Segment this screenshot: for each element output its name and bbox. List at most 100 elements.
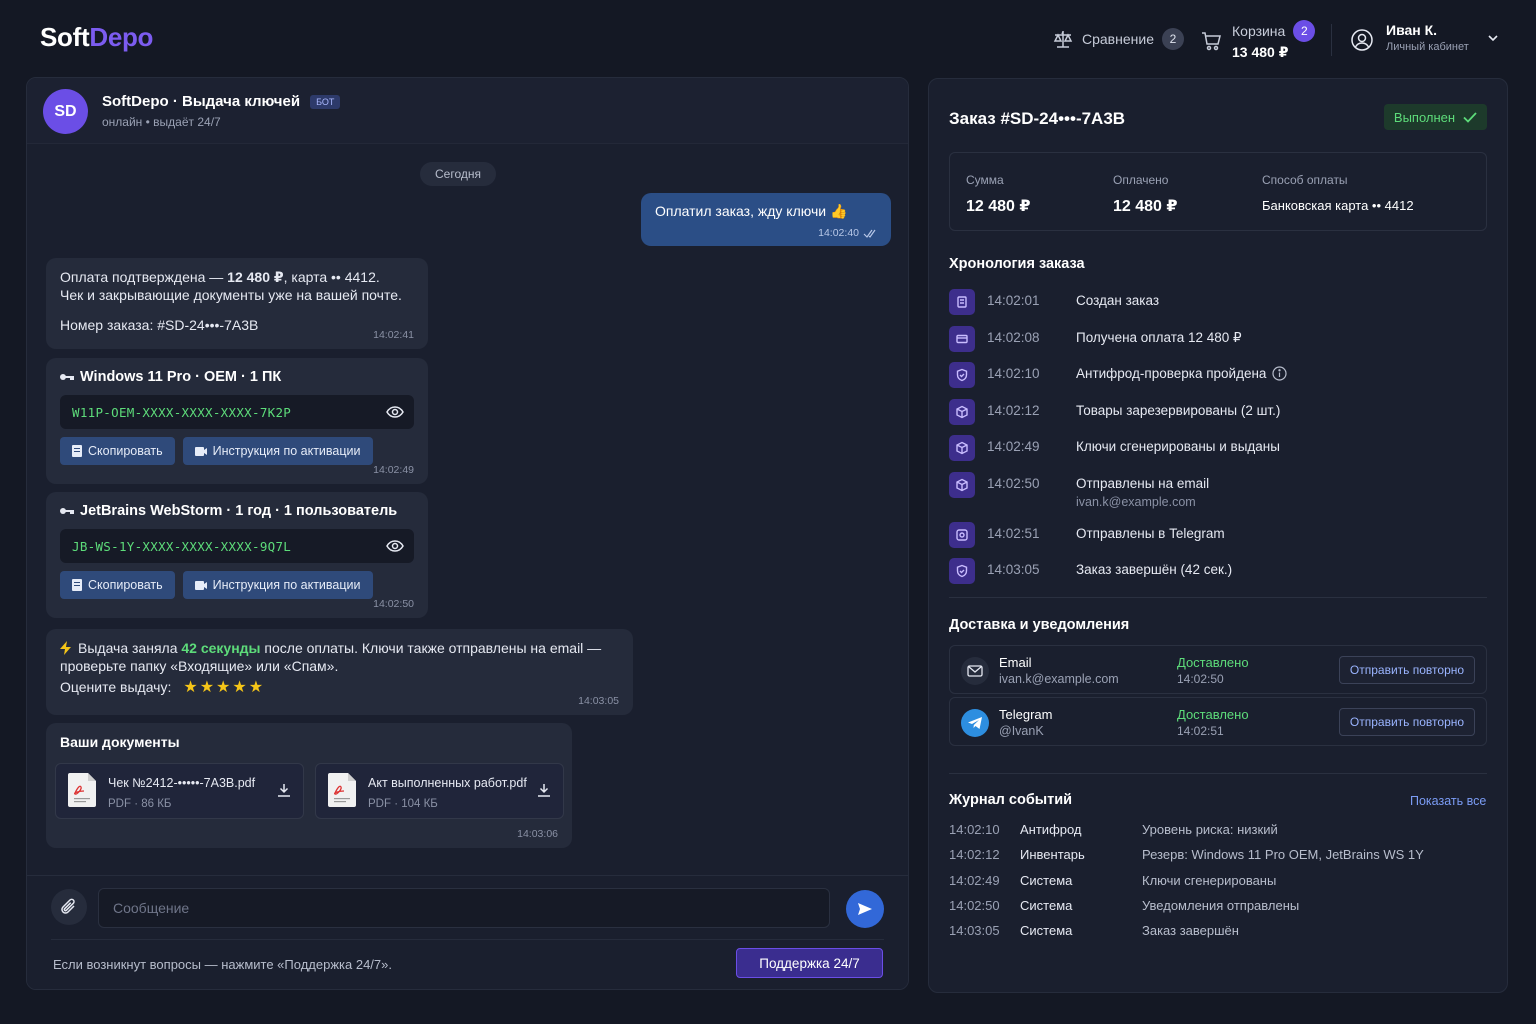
key-product-title: Windows 11 Pro · OEM · 1 ПК [80, 369, 282, 385]
user-account-label: Личный кабинет [1386, 41, 1469, 53]
copy-key-button[interactable]: Скопировать [60, 437, 175, 465]
download-icon[interactable] [537, 783, 551, 797]
delivery-time: 14:02:50 [1177, 672, 1224, 686]
timeline-item-email: ivan.k@example.com [1076, 495, 1196, 509]
shield-icon [949, 362, 975, 388]
eye-icon[interactable] [386, 406, 404, 418]
key-message: JetBrains WebStorm · 1 год · 1 пользоват… [46, 492, 428, 618]
site-logo[interactable]: SoftDepo [40, 22, 153, 53]
chat-title: SoftDepo · Выдача ключей БОТ [102, 93, 341, 110]
box-icon [949, 435, 975, 461]
star-icon[interactable]: ★ [232, 679, 246, 696]
support-button[interactable]: Поддержка 24/7 [736, 948, 883, 978]
divider [51, 939, 884, 940]
paid-value: 12 480 ₽ [1113, 198, 1178, 215]
message-text: Оплатил заказ, жду ключи 👍 [655, 203, 848, 219]
user-name: Иван К. [1386, 22, 1438, 38]
header-divider [1331, 24, 1332, 56]
payment-method-label: Способ оплаты [1262, 173, 1348, 187]
download-icon[interactable] [277, 783, 291, 797]
cart-label: Корзина [1232, 23, 1286, 39]
star-icon[interactable]: ★ [200, 679, 214, 696]
divider [949, 597, 1487, 598]
channel-name: Email [999, 655, 1032, 670]
outgoing-message: Оплатил заказ, жду ключи 👍 14:02:40 [641, 193, 891, 246]
support-hint: Если возникнут вопросы — нажмите «Поддер… [53, 957, 392, 972]
top-header: SoftDepo Сравнение 2 Корзина 2 13 480 ₽ И… [0, 0, 1536, 78]
credit-card-icon [949, 326, 975, 352]
divider [949, 773, 1487, 774]
info-icon[interactable] [1272, 366, 1288, 381]
double-check-icon [863, 229, 876, 238]
chat-status: онлайн • выдаёт 24/7 [102, 115, 221, 129]
activation-instructions-button[interactable]: Инструкция по активации [182, 437, 373, 465]
message-time: 14:02:41 [373, 329, 414, 341]
activation-instructions-button[interactable]: Инструкция по активации [182, 571, 373, 599]
show-all-link[interactable]: Показать все [1410, 794, 1486, 808]
compare-count-badge: 2 [1161, 28, 1184, 50]
paid-label: Оплачено [1113, 173, 1169, 187]
chat-icon [949, 522, 975, 548]
video-icon [194, 446, 207, 456]
delivery-status: Доставлено [1177, 707, 1249, 722]
key-icon [60, 508, 74, 514]
delivery-time: 14:02:51 [1177, 724, 1224, 738]
bot-badge: БОТ [310, 94, 341, 109]
license-key-code[interactable]: JB-WS-1Y-XXXX-XXXX-XXXX-9Q7L [72, 539, 291, 554]
document-card[interactable]: Чек №2412-•••••-7A3B.pdf PDF · 86 КБ [55, 763, 304, 819]
document-name: Чек №2412-•••••-7A3B.pdf [108, 776, 256, 790]
license-key-code[interactable]: W11P-OEM-XXXX-XXXX-XXXX-7K2P [72, 405, 291, 420]
license-key-field[interactable]: JB-WS-1Y-XXXX-XXXX-XXXX-9Q7L [60, 529, 414, 563]
delivery-title: Доставка и уведомления [949, 617, 1130, 633]
sum-label: Сумма [966, 173, 1004, 187]
paperclip-icon [61, 898, 75, 914]
chat-panel: SD SoftDepo · Выдача ключей БОТ онлайн •… [26, 77, 909, 990]
document-card[interactable]: Акт выполненных работ.pdf PDF · 104 КБ [315, 763, 564, 819]
license-key-field[interactable]: W11P-OEM-XXXX-XXXX-XXXX-7K2P [60, 395, 414, 429]
chat-header: SD SoftDepo · Выдача ключей БОТ онлайн •… [27, 78, 908, 144]
send-button[interactable] [846, 890, 884, 928]
channel-address: ivan.k@example.com [999, 672, 1119, 686]
documents-title: Ваши документы [60, 734, 180, 750]
payment-method-value: Банковская карта •• 4412 [1262, 198, 1414, 213]
key-product-title: JetBrains WebStorm · 1 год · 1 пользоват… [80, 503, 398, 519]
message-time: 14:02:49 [373, 464, 414, 476]
documents-message: Ваши документы Чек №2412-•••••-7A3B.pdf … [46, 723, 572, 848]
chevron-down-icon[interactable] [1487, 32, 1499, 44]
star-icon[interactable]: ★ [249, 679, 263, 696]
eye-icon[interactable] [386, 540, 404, 552]
payment-summary: Сумма 12 480 ₽ Оплачено 12 480 ₽ Способ … [949, 152, 1487, 231]
star-icon[interactable]: ★ [216, 679, 230, 696]
delivery-status: Доставлено [1177, 655, 1249, 670]
channel-address: @IvanK [999, 724, 1044, 738]
delivery-info-message: Выдача заняла 42 секунды после оплаты. К… [46, 629, 633, 715]
key-message: Windows 11 Pro · OEM · 1 ПК W11P-OEM-XXX… [46, 358, 428, 484]
rating-stars[interactable]: ★ ★ ★ ★ ★ [183, 677, 265, 697]
check-icon [1463, 111, 1477, 123]
timeline-title: Хронология заказа [949, 256, 1085, 272]
video-icon [194, 580, 207, 590]
compare-link[interactable]: Сравнение 2 [1052, 28, 1184, 50]
payment-confirmation-message: Оплата подтверждена — 12 480 ₽, карта ••… [46, 258, 428, 349]
shield-check-icon [949, 558, 975, 584]
log-row: 14:02:12 Инвентарь Резерв: Windows 11 Pro … [949, 847, 1424, 862]
cart-icon [1202, 32, 1221, 51]
send-icon [858, 903, 872, 915]
copy-key-button[interactable]: Скопировать [60, 571, 175, 599]
user-menu[interactable]: Иван К. Личный кабинет [1350, 22, 1499, 53]
document-meta: PDF · 104 КБ [368, 798, 438, 810]
message-input[interactable] [98, 888, 830, 928]
resend-button[interactable]: Отправить повторно [1339, 656, 1475, 684]
log-row: 14:03:05 Система Заказ завершён [949, 923, 1239, 938]
log-row: 14:02:49 Система Ключи сгенерированы [949, 873, 1277, 888]
pdf-file-icon [328, 773, 356, 807]
resend-button[interactable]: Отправить повторно [1339, 708, 1475, 736]
user-icon [1351, 29, 1373, 51]
rating-label: Оцените выдачу: [60, 679, 172, 695]
attach-button[interactable] [51, 889, 87, 925]
mail-icon [961, 657, 989, 685]
delivery-row-email: Email ivan.k@example.com Доставлено 14:0… [949, 645, 1487, 694]
pdf-file-icon [68, 773, 96, 807]
cart-link[interactable]: Корзина 2 13 480 ₽ [1200, 20, 1316, 61]
star-icon[interactable]: ★ [183, 679, 197, 696]
